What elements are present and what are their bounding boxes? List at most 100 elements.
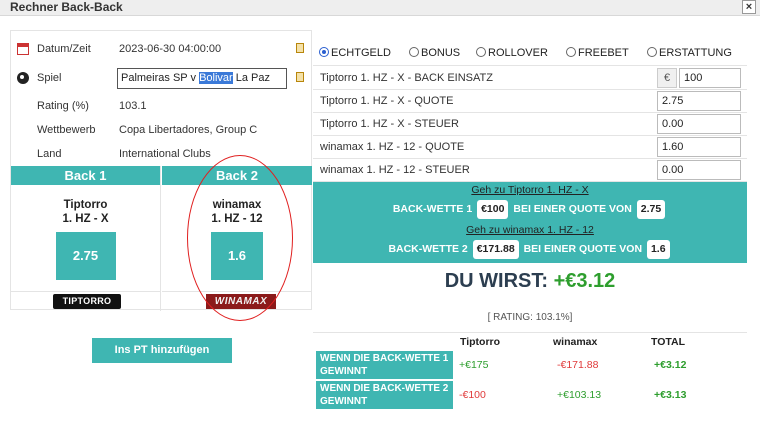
back-bet-2-odds: 1.6 (646, 240, 670, 259)
go-to-winamax-link[interactable]: Geh zu winamax 1. HZ - 12 (313, 224, 747, 236)
euro-icon: € (657, 68, 677, 88)
radio-label: BONUS (421, 47, 461, 59)
back1-odds-input[interactable]: 2.75 (657, 91, 741, 111)
back1-odds-label: Tiptorro 1. HZ - X - QUOTE (320, 95, 454, 107)
radio-dot-icon (476, 47, 486, 57)
summary-row: WENN DIE BACK-WETTE 2 GEWINNT -€100 +€10… (313, 381, 747, 409)
back-bet-2-label: BACK-WETTE 2 (388, 243, 468, 255)
radio-dot-icon (319, 47, 329, 57)
back1-odds-row: Tiptorro 1. HZ - X - QUOTE 2.75 (313, 90, 747, 113)
radio-label: ECHTGELD (331, 47, 391, 59)
scenario-1-label: WENN DIE BACK-WETTE 1 GEWINNT (316, 351, 453, 379)
radio-erstattung[interactable]: ERSTATTUNG (647, 47, 732, 59)
summary-table: Tiptorro winamax TOTAL WENN DIE BACK-WET… (313, 332, 747, 412)
back-1-logo-strip: TIPTORRO (11, 291, 161, 311)
calculator-panel: ECHTGELD BONUS ROLLOVER FREEBET ERSTATTU… (313, 40, 747, 412)
back2-tax-row: winamax 1. HZ - 12 - STEUER 0.00 (313, 159, 747, 182)
scenario-2-label: WENN DIE BACK-WETTE 2 GEWINNT (316, 381, 453, 409)
radio-label: ERSTATTUNG (659, 47, 732, 59)
back2-odds-input[interactable]: 1.60 (657, 137, 741, 157)
back-bet-1-mid: BEI EINER QUOTE VON (513, 203, 632, 215)
scenario-1-winamax: -€171.88 (557, 359, 599, 371)
window-title: Rechner Back-Back (10, 0, 123, 14)
summary-col-winamax: winamax (553, 336, 598, 348)
football-icon (17, 72, 29, 84)
back-bet-1-label: BACK-WETTE 1 (392, 203, 473, 215)
back-1-column: Back 1 Tiptorro 1. HZ - X 2.75 TIPTORRO (11, 166, 161, 311)
scenario-2-total: +€3.13 (654, 389, 687, 401)
go-block-1: Geh zu Tiptorro 1. HZ - X BACK-WETTE 1 €… (313, 182, 747, 224)
date-row: Datum/Zeit 2023-06-30 04:00:00 (11, 39, 311, 61)
radio-rollover[interactable]: ROLLOVER (476, 47, 548, 59)
radio-label: FREEBET (578, 47, 629, 59)
match-input[interactable]: Palmeiras SP v Bolivar La Paz (117, 68, 287, 89)
radio-bonus[interactable]: BONUS (409, 47, 460, 59)
scenario-1-tiptorro: +€175 (459, 359, 489, 371)
go-to-tiptorro-link[interactable]: Geh zu Tiptorro 1. HZ - X (313, 184, 747, 196)
radio-dot-icon (566, 47, 576, 57)
result-prefix: DU WIRST: (444, 270, 554, 292)
match-info-panel: Datum/Zeit 2023-06-30 04:00:00 Spiel Pal… (10, 30, 312, 311)
back-bet-2-mid: BEI EINER QUOTE VON (523, 243, 643, 255)
back-bet-2-line: BACK-WETTE 2 €171.88 BEI EINER QUOTE VON… (313, 239, 747, 259)
match-text-selected: Bolivar (199, 72, 233, 84)
result-amount: +€3.12 (553, 270, 616, 292)
back-2-market: 1. HZ - 12 (211, 213, 263, 225)
rating-label: Rating (%) (37, 100, 89, 112)
match-text-after: La Paz (232, 72, 270, 84)
add-to-pt-button[interactable]: Ins PT hinzufügen (92, 338, 232, 363)
winamax-logo[interactable]: WINAMAX (206, 294, 276, 309)
copy-icon[interactable] (296, 72, 304, 82)
mode-radio-group: ECHTGELD BONUS ROLLOVER FREEBET ERSTATTU… (313, 40, 747, 66)
scenario-1-total: +€3.12 (654, 359, 687, 371)
back2-odds-label: winamax 1. HZ - 12 - QUOTE (320, 141, 465, 153)
back-bet-1-odds: 2.75 (636, 200, 666, 219)
summary-col-total: TOTAL (651, 336, 686, 348)
back-2-bookmaker: winamax (212, 199, 262, 211)
summary-col-tiptorro: Tiptorro (460, 336, 501, 348)
radio-echtgeld[interactable]: ECHTGELD (319, 47, 391, 59)
back2-tax-input[interactable]: 0.00 (657, 160, 741, 180)
tiptorro-logo[interactable]: TIPTORRO (53, 294, 121, 309)
copy-icon[interactable] (296, 43, 304, 53)
back-2-column: Back 2 winamax 1. HZ - 12 1.6 WINAMAX (162, 166, 312, 311)
date-value: 2023-06-30 04:00:00 (119, 43, 222, 55)
back-2-logo-strip: WINAMAX (162, 291, 312, 311)
back1-tax-row: Tiptorro 1. HZ - X - STEUER 0.00 (313, 113, 747, 136)
result-rating: [ RATING: 103.1%] (487, 312, 573, 323)
back-bet-2-stake: €171.88 (472, 240, 519, 259)
back-stake-row: Tiptorro 1. HZ - X - BACK EINSATZ € 100 (313, 67, 747, 90)
back2-tax-label: winamax 1. HZ - 12 - STEUER (320, 164, 470, 176)
back2-odds-row: winamax 1. HZ - 12 - QUOTE 1.60 (313, 136, 747, 159)
back-1-header: Back 1 (11, 166, 160, 185)
radio-freebet[interactable]: FREEBET (566, 47, 629, 59)
competition-row: Wettbewerb Copa Libertadores, Group C (11, 120, 311, 142)
back1-tax-input[interactable]: 0.00 (657, 114, 741, 134)
match-label: Spiel (37, 72, 62, 84)
back-1-odds[interactable]: 2.75 (55, 232, 116, 280)
back-stake-input[interactable]: 100 (679, 68, 741, 88)
scenario-2-tiptorro: -€100 (459, 389, 486, 401)
match-row: Spiel Palmeiras SP v Bolivar La Paz (11, 68, 311, 90)
summary-row: WENN DIE BACK-WETTE 1 GEWINNT +€175 -€17… (313, 351, 747, 379)
back-2-header: Back 2 (162, 166, 312, 185)
calendar-icon (17, 43, 29, 55)
back-bet-1-stake: €100 (477, 200, 509, 219)
back-columns: Back 1 Tiptorro 1. HZ - X 2.75 TIPTORRO … (11, 166, 312, 311)
profit-result: DU WIRST: +€3.12 (313, 270, 747, 293)
rating-row: Rating (%) 103.1 (11, 96, 311, 118)
back-1-bookmaker: Tiptorro (63, 199, 108, 211)
go-block-2: Geh zu winamax 1. HZ - 12 BACK-WETTE 2 €… (313, 222, 747, 264)
radio-dot-icon (409, 47, 419, 57)
scenario-2-winamax: +€103.13 (557, 389, 602, 401)
back-2-odds[interactable]: 1.6 (211, 232, 263, 280)
close-icon[interactable]: × (742, 0, 756, 14)
country-value: International Clubs (119, 148, 211, 160)
country-row: Land International Clubs (11, 144, 311, 166)
back1-tax-label: Tiptorro 1. HZ - X - STEUER (320, 118, 459, 130)
match-text-before: Palmeiras SP v (121, 72, 200, 84)
back-stake-label: Tiptorro 1. HZ - X - BACK EINSATZ (320, 72, 493, 84)
date-label: Datum/Zeit (37, 43, 91, 55)
rating-value: 103.1 (119, 100, 147, 112)
country-label: Land (37, 148, 62, 160)
